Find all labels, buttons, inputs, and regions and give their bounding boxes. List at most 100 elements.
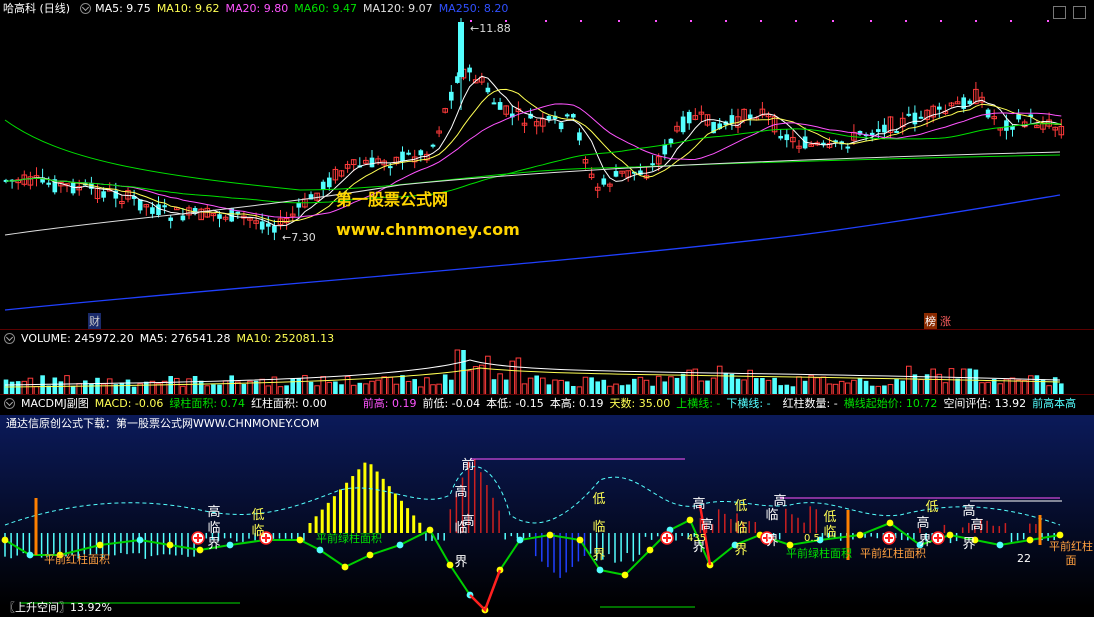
volume-pane[interactable]: VOLUME: 245972.20 MA5: 276541.28 MA10: 2…: [0, 329, 1094, 395]
macd-dot: [136, 536, 144, 544]
volume-bar: [754, 378, 759, 395]
macd-dot: [546, 531, 554, 539]
volume-bar: [655, 375, 662, 395]
marker-gao-8: 高: [962, 504, 976, 519]
marker-jie-5: 界: [734, 543, 748, 558]
candle-body: [388, 166, 393, 169]
marker-lin-7: 临: [823, 525, 837, 540]
rank-tag[interactable]: 榜: [924, 313, 937, 329]
candle-body: [320, 181, 326, 190]
candle-body: [662, 144, 668, 155]
volume-bar: [643, 379, 650, 395]
volume-bar: [527, 377, 534, 395]
ma60-line-smooth: [4, 119, 1061, 191]
candle-body: [650, 163, 655, 166]
marker-lin-5: 临: [734, 521, 748, 536]
candle-body: [668, 138, 674, 144]
candle-body: [259, 221, 265, 230]
candle-body: [882, 124, 887, 133]
volume-bar: [857, 377, 863, 395]
value-22: 22: [1017, 552, 1031, 565]
ma60-line: [5, 123, 1062, 204]
candle-body: [577, 132, 582, 141]
volume-bar: [564, 381, 570, 395]
marker-gao-5: 高: [700, 518, 714, 533]
macd-dot: [576, 536, 584, 544]
volume-bar: [967, 368, 973, 395]
candle-body: [558, 122, 564, 130]
volume-bar: [198, 380, 204, 395]
macd-dot: [396, 541, 404, 549]
marker-lin-4: 临: [592, 520, 606, 535]
marker-gao-9: 高: [970, 518, 984, 533]
candle-body: [546, 115, 552, 120]
macd-dot: [341, 563, 349, 571]
volume-bar: [796, 376, 802, 395]
candle-body: [845, 146, 851, 149]
volume-bar: [851, 379, 857, 395]
volume-bar: [698, 380, 705, 395]
volume-bar: [814, 377, 821, 395]
volume-bar: [1003, 378, 1010, 395]
signal-dot: [870, 20, 872, 22]
rise-tag[interactable]: 涨: [940, 313, 951, 329]
macd-dot: [26, 551, 34, 559]
marker-gao-2: 高: [454, 485, 468, 500]
volume-bar: [149, 380, 156, 395]
volume-bar: [540, 377, 546, 395]
volume-bar: [912, 374, 918, 395]
macd-dot: [366, 551, 374, 559]
signal-dot: [940, 20, 942, 22]
macd-dot: [646, 546, 654, 554]
macd-dot: [166, 541, 174, 549]
candle-body: [272, 225, 277, 233]
candle-body: [967, 100, 973, 105]
marker-lin-1: 临: [207, 521, 221, 536]
macd-dot: [686, 516, 694, 524]
signal-dot: [832, 20, 834, 22]
watermark-cn: 第一股票公式网: [336, 190, 449, 209]
candle-body: [266, 223, 271, 227]
candle-body: [70, 183, 76, 194]
marker-gao-4: 高: [692, 497, 706, 512]
candle-body: [778, 135, 783, 139]
volume-bar: [466, 370, 473, 395]
volume-bar: [705, 380, 710, 395]
candle-body: [467, 67, 472, 73]
finance-tag[interactable]: 财: [88, 313, 101, 329]
volume-bar: [680, 373, 686, 395]
price-pane[interactable]: 哈高科 (日线) MA5: 9.75 MA10: 9.62 MA20: 9.80…: [0, 0, 1094, 329]
candle-body: [729, 115, 735, 124]
marker-jie-7: 界: [918, 534, 932, 549]
volume-bar: [424, 377, 430, 395]
volume-bar: [9, 381, 15, 395]
volume-bar: [808, 375, 815, 395]
volume-bar: [820, 376, 827, 395]
marker-gao-7: 高: [916, 516, 930, 531]
macd-dot: [886, 519, 894, 527]
macd-red-segment: [469, 569, 502, 613]
volume-bar: [765, 379, 772, 395]
volume-bar: [948, 368, 955, 395]
candle-body: [497, 102, 503, 110]
candle-body: [449, 91, 454, 101]
volume-bar: [503, 379, 509, 395]
candle-body: [564, 114, 570, 117]
volume-bar: [838, 380, 845, 395]
volume-bar: [1034, 375, 1040, 395]
macd-pane[interactable]: MACDMJ副图 MACD: -0.06 绿柱面积: 0.74 红柱面积: 0.…: [0, 394, 1094, 617]
volume-bar: [863, 380, 869, 395]
candle-body: [918, 116, 924, 119]
candle-body: [369, 157, 375, 168]
volume-bar: [686, 369, 693, 395]
high-price-label: ←11.88: [470, 22, 511, 35]
volume-bar: [906, 365, 912, 395]
marker-ping-red-2: 平前红柱面积: [860, 547, 926, 560]
volume-bar: [174, 377, 180, 395]
volume-bar: [497, 373, 503, 395]
volume-bar: [632, 378, 637, 395]
macd-dot: [856, 531, 864, 539]
volume-bar: [589, 377, 594, 395]
volume-chart: [3, 349, 1064, 395]
macd-dot: [1, 536, 9, 544]
